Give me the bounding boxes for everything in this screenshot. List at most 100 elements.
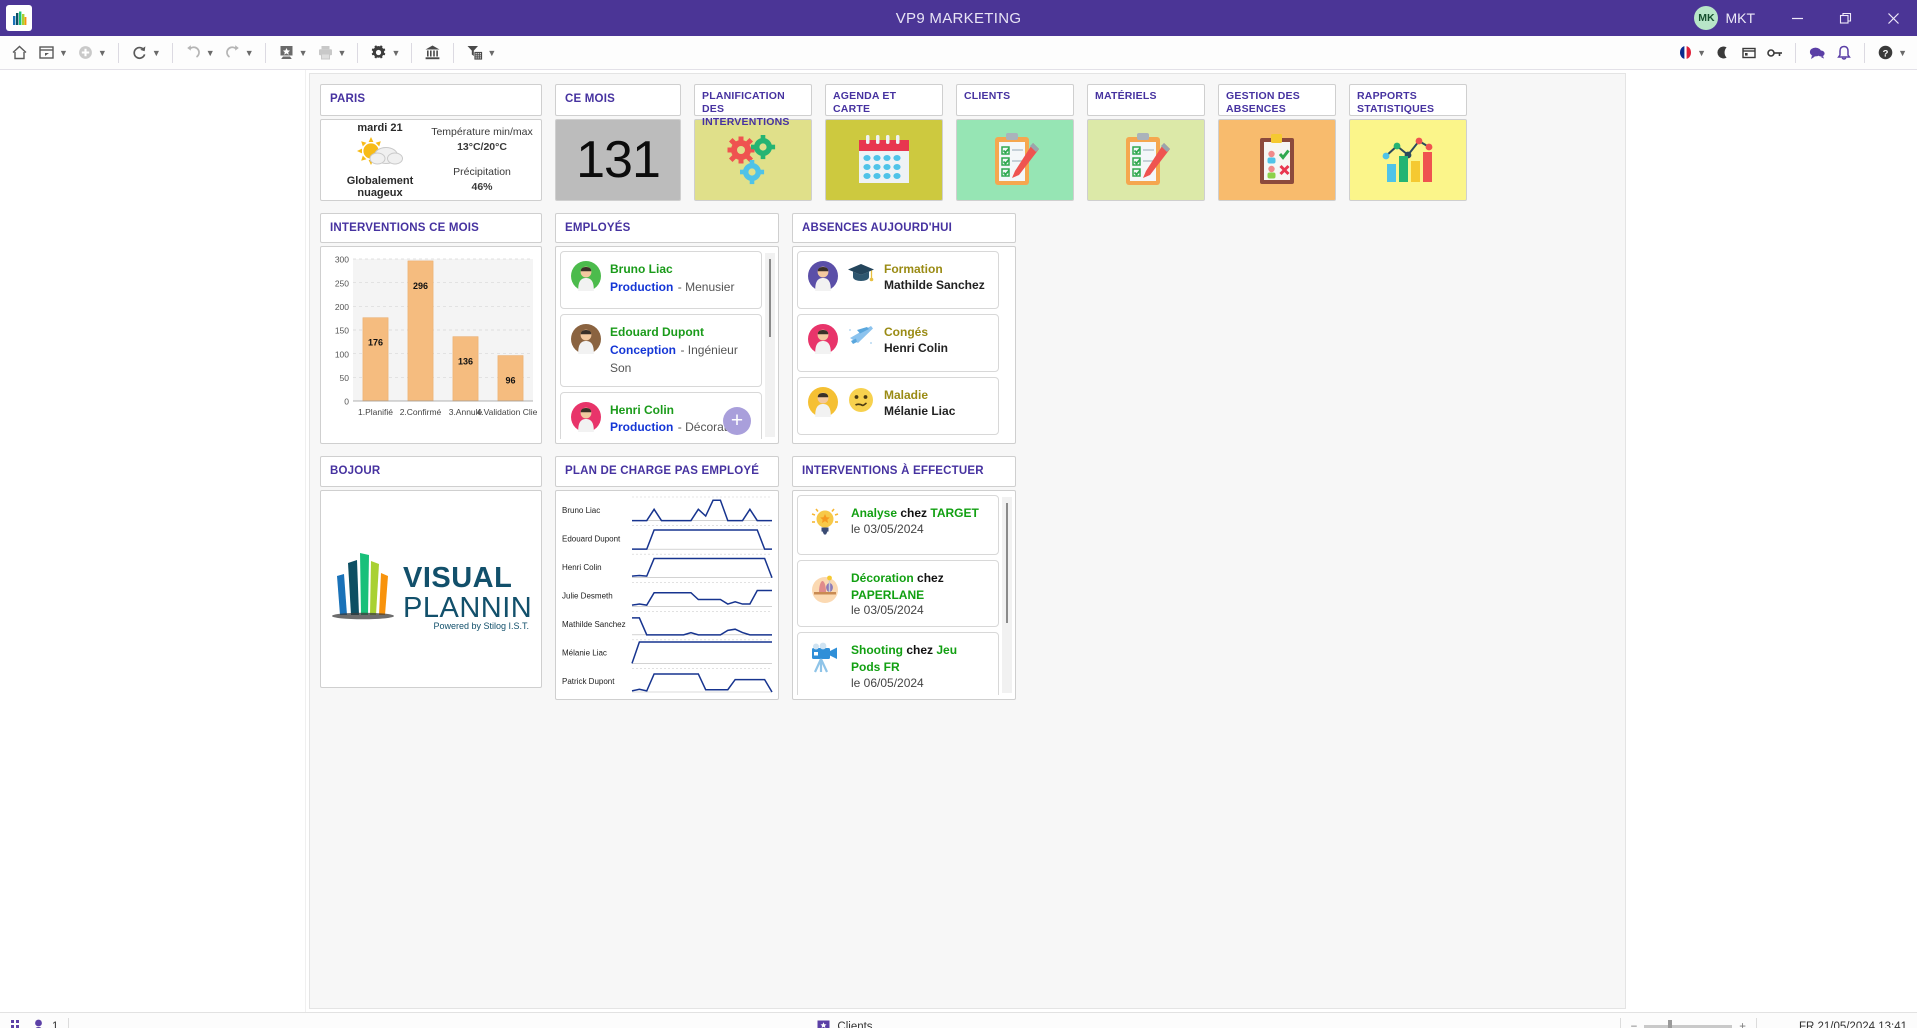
add-employee-button[interactable]: +: [723, 406, 751, 435]
absence-card[interactable]: Formation Mathilde Sanchez: [797, 251, 999, 310]
zoom-slider[interactable]: − +: [1631, 1020, 1746, 1028]
minimize-button[interactable]: [1773, 0, 1821, 36]
favorites-icon[interactable]: ▼: [273, 39, 312, 67]
employee-card[interactable]: Bruno Liac Production - Menusier: [560, 251, 762, 310]
workload-sparklines[interactable]: Bruno Liac Edouard Dupont Henri Colin Julie…: [560, 495, 774, 695]
workload-sparkline[interactable]: [632, 528, 772, 550]
print-icon[interactable]: ▼: [312, 39, 351, 67]
tile-absences[interactable]: GESTION DES ABSENCES: [1218, 84, 1336, 201]
home-icon[interactable]: [6, 39, 33, 67]
status-separator: [1619, 1017, 1621, 1028]
zoom-out-button[interactable]: −: [1631, 1021, 1638, 1028]
workload-sparkline[interactable]: [631, 557, 773, 578]
interventions-scrollbar[interactable]: [1002, 496, 1012, 693]
bar-value-label: 176: [368, 338, 383, 348]
intervention-card[interactable]: Analyse chez TARGET le 03/05/2024: [797, 494, 999, 555]
moon-icon[interactable]: [1710, 39, 1736, 67]
chevron-down-icon[interactable]: ▼: [152, 48, 161, 58]
title-bar: VP9 MARKETING MK MKT: [0, 0, 1917, 36]
bank-icon[interactable]: [419, 39, 446, 67]
absence-type: Maladie: [884, 388, 929, 403]
interventions-chart-panel: INTERVENTIONS CE MOIS 300 250 200 150 100 50 0…: [320, 213, 545, 445]
employees-body: Bruno Liac Production - Menusier Edouard…: [555, 246, 779, 445]
left-gutter: [0, 70, 306, 1012]
add-circle-icon[interactable]: ▼: [72, 39, 111, 67]
chevron-down-icon[interactable]: ▼: [245, 48, 254, 58]
refresh-icon[interactable]: ▼: [126, 39, 165, 67]
scrollbar-thumb[interactable]: [769, 259, 771, 338]
chevron-down-icon[interactable]: ▼: [1898, 48, 1907, 58]
tile-clients[interactable]: CLIENTS: [956, 84, 1074, 201]
employee-card[interactable]: Edouard Dupont Conception - Ingénieur So…: [560, 314, 762, 387]
employees-list[interactable]: Bruno Liac Production - Menusier Edouard…: [560, 251, 775, 440]
chevron-down-icon[interactable]: ▼: [299, 48, 308, 58]
chart-bar: [362, 317, 389, 402]
tile-materiels[interactable]: MATÉRIELS: [1087, 84, 1205, 201]
undo-icon[interactable]: ▼: [180, 39, 219, 67]
workload-panel-title: PLAN DE CHARGE PAS EMPLOYÉ: [555, 456, 779, 487]
absence-card[interactable]: Congés Henri Colin: [797, 314, 999, 373]
new-window-icon[interactable]: ▼: [33, 39, 72, 67]
bar-line-chart-icon: [1382, 137, 1433, 182]
bell-icon[interactable]: [1831, 39, 1857, 67]
workload-sparkline[interactable]: [632, 616, 772, 636]
tile-icon-area: [1218, 119, 1336, 201]
status-center[interactable]: Clients: [816, 1019, 873, 1028]
weather-temp-label: Température min/max: [431, 126, 533, 139]
employees-scrollbar[interactable]: [765, 253, 775, 438]
workload-sparkline[interactable]: [631, 640, 772, 664]
title-bar-right: MK MKT: [1694, 0, 1917, 36]
chevron-down-icon[interactable]: ▼: [391, 48, 400, 58]
redo-icon[interactable]: ▼: [219, 39, 258, 67]
chevron-down-icon[interactable]: ▼: [338, 48, 347, 58]
interventions-bar-chart[interactable]: 300 250 200 150 100 50 0 176 296 136 96 1.Planifi…: [325, 253, 545, 441]
intervention-card[interactable]: Décoration chez PAPERLANE le 03/05/2024: [797, 559, 999, 628]
absences-list[interactable]: Formation Mathilde Sanchez Congés Henri …: [797, 251, 1012, 439]
workload-sparkline[interactable]: [631, 672, 773, 693]
weather-widget[interactable]: PARIS mardi 21 Globalement nuageux Tempé…: [320, 84, 542, 201]
tile-planification[interactable]: PLANIFICATION DES INTERVENTIONS: [694, 84, 812, 201]
grid-icon[interactable]: [10, 1019, 25, 1028]
interventions-todo-list[interactable]: Analyse chez TARGET le 03/05/2024 Décora…: [797, 494, 1012, 695]
absence-person: Mélanie Liac: [884, 403, 956, 418]
tile-rapports[interactable]: RAPPORTS STATISTIQUES: [1349, 84, 1467, 201]
tile-agenda[interactable]: AGENDA ET CARTE: [825, 84, 943, 201]
absence-type: Congés: [884, 325, 929, 340]
ce-mois-tile[interactable]: CE MOIS 131: [555, 84, 681, 201]
workload-sparkline[interactable]: [632, 499, 772, 522]
flag-fr-icon[interactable]: ▼: [1673, 39, 1710, 67]
close-button[interactable]: [1869, 0, 1917, 36]
help-icon[interactable]: ? ▼: [1872, 39, 1911, 67]
chevron-down-icon[interactable]: ▼: [59, 48, 68, 58]
sun-behind-cloud-icon: [357, 136, 403, 165]
filter-table-icon[interactable]: ▼: [461, 39, 500, 67]
intervention-card[interactable]: Shooting chez Jeu Pods FR le 06/05/2024: [797, 632, 999, 695]
absences-panel-title: ABSENCES AUJOURD'HUI: [792, 213, 1016, 244]
tile-icon-area: [825, 119, 943, 201]
absence-card[interactable]: Maladie Mélanie Liac: [797, 377, 999, 436]
intervention-date: le 03/05/2024: [851, 603, 924, 618]
chevron-down-icon[interactable]: ▼: [1697, 48, 1706, 58]
chevron-down-icon[interactable]: ▼: [487, 48, 496, 58]
user-icon[interactable]: [32, 1019, 45, 1028]
user-chip[interactable]: MK MKT: [1694, 6, 1755, 30]
key-icon[interactable]: [1762, 39, 1788, 67]
workload-sparkline[interactable]: [631, 589, 772, 606]
window-icon[interactable]: [1736, 39, 1762, 67]
employee-name: Bruno Liac: [610, 262, 673, 277]
x-axis-tick: 4.Validation Client: [477, 407, 537, 417]
maximize-restore-button[interactable]: [1821, 0, 1869, 36]
chevron-down-icon[interactable]: ▼: [206, 48, 215, 58]
chevron-down-icon[interactable]: ▼: [98, 48, 107, 58]
scrollbar-thumb[interactable]: [1006, 502, 1008, 623]
zoom-in-button[interactable]: +: [1739, 1021, 1746, 1028]
zoom-knob[interactable]: [1668, 1020, 1673, 1028]
decoration-icon: [808, 570, 842, 604]
chat-icon[interactable]: [1803, 39, 1831, 67]
settings-gear-icon[interactable]: ▼: [365, 39, 404, 67]
absence-person: Henri Colin: [884, 340, 949, 355]
employee-card[interactable]: Henri Colin Production - Décorateur +: [560, 391, 762, 440]
clipboard-check-icon: [995, 133, 1039, 185]
tile-title: PLANIFICATION DES INTERVENTIONS: [694, 84, 812, 128]
toolbar-separator: [171, 42, 173, 63]
